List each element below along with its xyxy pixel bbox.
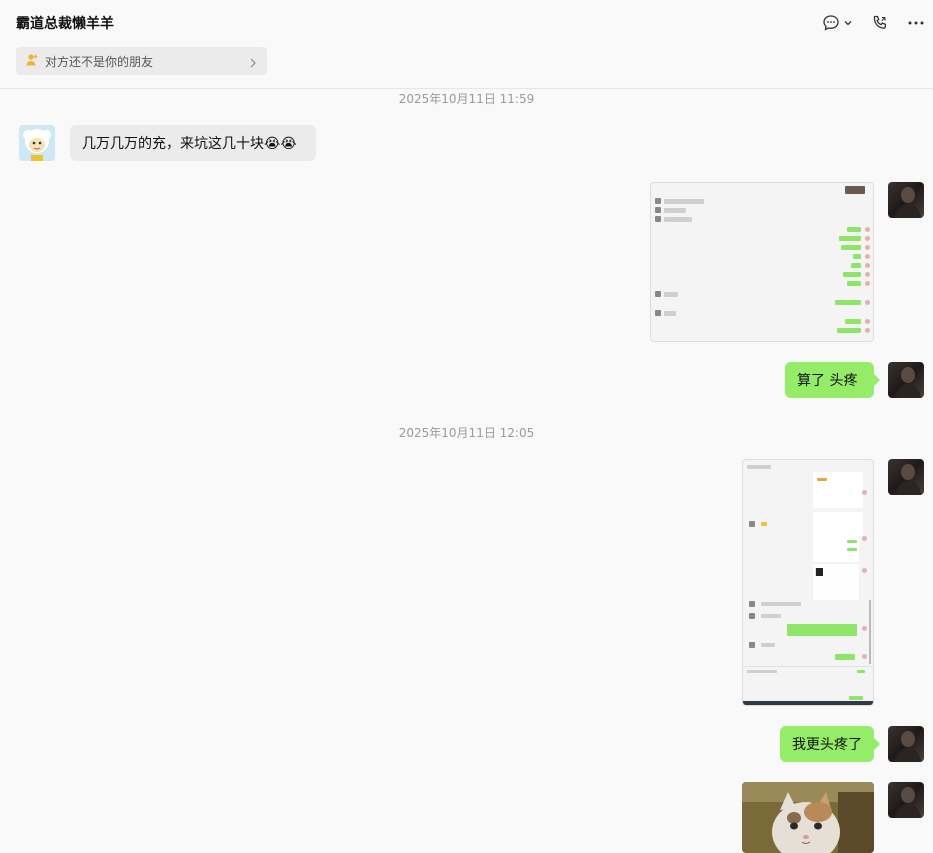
- timestamp: 2025年10月11日 12:05: [398, 426, 535, 440]
- screenshot-image-message[interactable]: [742, 459, 874, 706]
- my-avatar[interactable]: [888, 182, 924, 218]
- my-avatar[interactable]: [888, 726, 924, 762]
- notice-text: 对方还不是你的朋友: [45, 54, 154, 69]
- timestamp: 2025年10月11日 11:59: [398, 92, 535, 106]
- my-avatar[interactable]: [888, 782, 924, 818]
- kitten-photo-message[interactable]: [742, 782, 874, 853]
- chevron-down-icon[interactable]: [840, 12, 856, 34]
- incoming-message[interactable]: 几万几万的充，来坑这几十块😭😭: [70, 125, 316, 161]
- chevron-right-icon: [248, 54, 258, 73]
- outgoing-message[interactable]: 我更头疼了: [780, 726, 880, 762]
- add-friend-icon: [25, 52, 39, 71]
- chat-title: 霸道总裁懒羊羊: [16, 16, 114, 32]
- chat-header: 霸道总裁懒羊羊 对方还不是你的朋友: [0, 0, 933, 89]
- my-avatar[interactable]: [888, 459, 924, 495]
- not-friend-notice[interactable]: 对方还不是你的朋友: [16, 47, 267, 75]
- chat-bubble-icon[interactable]: [820, 12, 842, 34]
- my-avatar[interactable]: [888, 362, 924, 398]
- outgoing-message[interactable]: 算了 头疼: [785, 362, 880, 398]
- screenshot-image-message[interactable]: [650, 182, 874, 342]
- more-icon[interactable]: [905, 12, 927, 34]
- phone-call-icon[interactable]: [869, 12, 891, 34]
- friend-avatar[interactable]: [19, 125, 55, 161]
